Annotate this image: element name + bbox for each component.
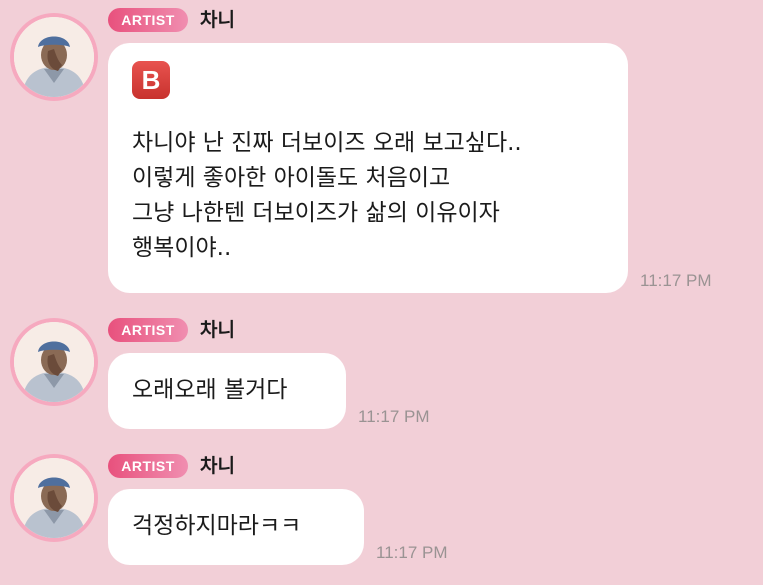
message-timestamp: 11:17 PM [376,543,448,562]
artist-avatar-icon [14,458,94,538]
message-text-line: 걱정하지마라ㅋㅋ [132,513,302,539]
sender-name: 차니 [200,455,235,477]
message-bubble[interactable]: 걱정하지마라ㅋㅋ [108,489,364,565]
avatar[interactable] [10,454,98,542]
artist-badge: ARTIST [108,454,188,478]
message-group: ARTIST 차니 걱정하지마라ㅋㅋ 11:17 PM [0,0,763,585]
